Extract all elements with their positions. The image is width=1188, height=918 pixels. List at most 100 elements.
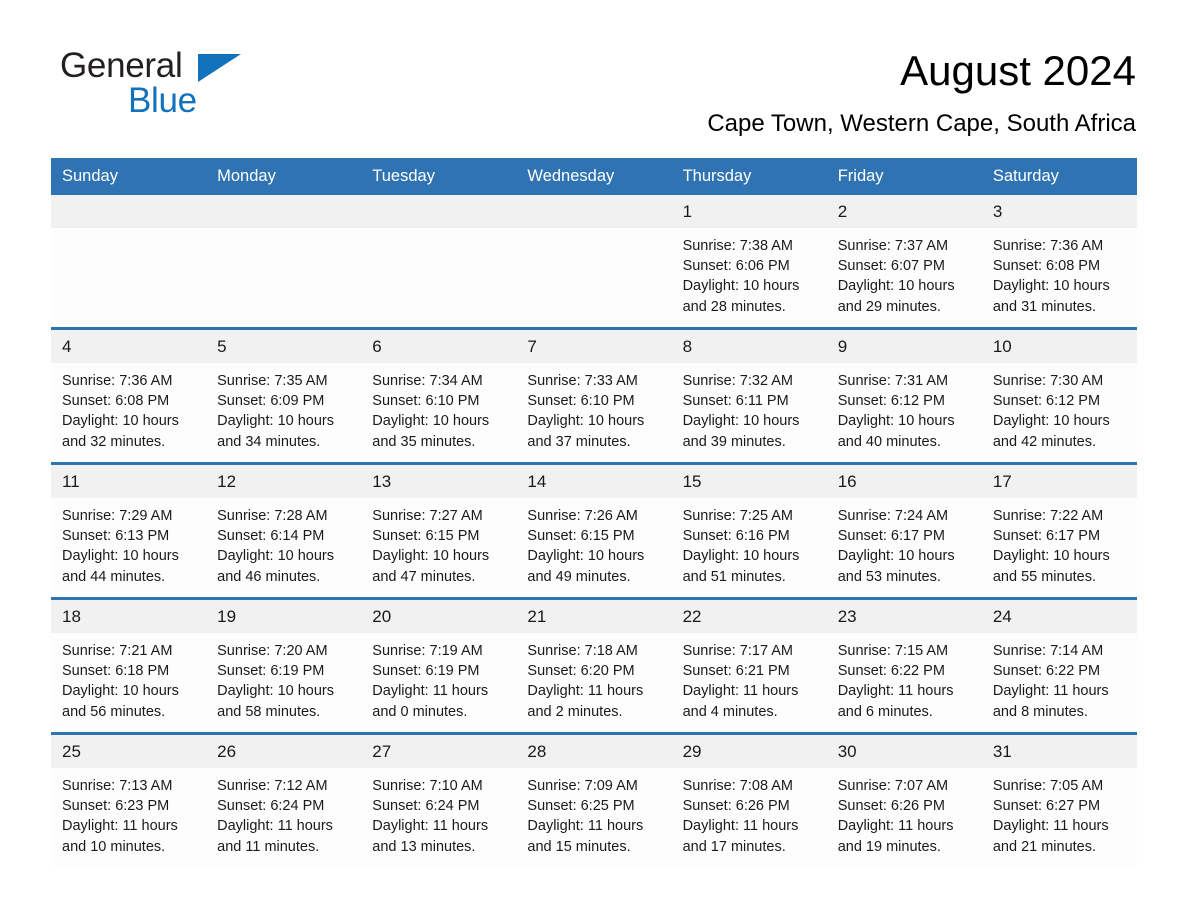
day-cell[interactable]: Sunrise: 7:33 AM Sunset: 6:10 PM Dayligh…: [516, 363, 671, 462]
day-sun-info: Sunrise: 7:17 AM Sunset: 6:21 PM Dayligh…: [682, 643, 799, 720]
day-number-band: 18 19 20 21 22 23 24: [51, 600, 1137, 633]
day-sun-info: Sunrise: 7:33 AM Sunset: 6:10 PM Dayligh…: [527, 373, 645, 450]
day-number[interactable]: 8: [672, 330, 827, 363]
day-cell[interactable]: Sunrise: 7:09 AM Sunset: 6:25 PM Dayligh…: [516, 768, 671, 867]
day-cell[interactable]: Sunrise: 7:26 AM Sunset: 6:15 PM Dayligh…: [516, 498, 671, 597]
day-cell[interactable]: Sunrise: 7:05 AM Sunset: 6:27 PM Dayligh…: [982, 768, 1137, 867]
day-sun-info: Sunrise: 7:10 AM Sunset: 6:24 PM Dayligh…: [372, 778, 489, 855]
day-number[interactable]: 1: [672, 195, 827, 228]
day-cell[interactable]: Sunrise: 7:34 AM Sunset: 6:10 PM Dayligh…: [361, 363, 516, 462]
day-cell[interactable]: Sunrise: 7:29 AM Sunset: 6:13 PM Dayligh…: [51, 498, 206, 597]
calendar-table: Sunday Monday Tuesday Wednesday Thursday…: [51, 158, 1137, 867]
day-number[interactable]: 9: [827, 330, 982, 363]
day-cell[interactable]: Sunrise: 7:08 AM Sunset: 6:26 PM Dayligh…: [672, 768, 827, 867]
day-number[interactable]: 10: [982, 330, 1137, 363]
day-number[interactable]: [51, 195, 206, 228]
day-number[interactable]: 13: [361, 465, 516, 498]
day-cell[interactable]: [516, 228, 671, 327]
day-cell[interactable]: Sunrise: 7:32 AM Sunset: 6:11 PM Dayligh…: [672, 363, 827, 462]
day-number-band: 1 2 3: [51, 195, 1137, 228]
day-cell[interactable]: Sunrise: 7:38 AM Sunset: 6:06 PM Dayligh…: [672, 228, 827, 327]
day-cell[interactable]: Sunrise: 7:30 AM Sunset: 6:12 PM Dayligh…: [982, 363, 1137, 462]
day-cell[interactable]: Sunrise: 7:27 AM Sunset: 6:15 PM Dayligh…: [361, 498, 516, 597]
weekday-header-friday: Friday: [837, 167, 884, 185]
day-cell[interactable]: Sunrise: 7:10 AM Sunset: 6:24 PM Dayligh…: [361, 768, 516, 867]
day-number[interactable]: 18: [51, 600, 206, 633]
day-sun-info: Sunrise: 7:34 AM Sunset: 6:10 PM Dayligh…: [372, 373, 490, 450]
day-cell[interactable]: [206, 228, 361, 327]
day-number[interactable]: 27: [361, 735, 516, 768]
day-sun-info: Sunrise: 7:37 AM Sunset: 6:07 PM Dayligh…: [837, 238, 955, 315]
day-cell[interactable]: [51, 228, 206, 327]
weekday-header-thursday: Thursday: [682, 167, 752, 185]
day-number[interactable]: 5: [206, 330, 361, 363]
generalblue-logo[interactable]: General Blue: [52, 44, 302, 122]
day-number[interactable]: 29: [672, 735, 827, 768]
day-number[interactable]: 4: [51, 330, 206, 363]
day-cell[interactable]: Sunrise: 7:12 AM Sunset: 6:24 PM Dayligh…: [206, 768, 361, 867]
day-number[interactable]: 2: [827, 195, 982, 228]
day-number[interactable]: 12: [206, 465, 361, 498]
day-cell[interactable]: Sunrise: 7:18 AM Sunset: 6:20 PM Dayligh…: [516, 633, 671, 732]
day-cell[interactable]: Sunrise: 7:22 AM Sunset: 6:17 PM Dayligh…: [982, 498, 1137, 597]
day-number[interactable]: [206, 195, 361, 228]
week-row: 18 19 20 21 22 23 24 Sunrise: 7:21 AM Su…: [51, 597, 1137, 732]
day-cell[interactable]: Sunrise: 7:13 AM Sunset: 6:23 PM Dayligh…: [51, 768, 206, 867]
day-cell[interactable]: Sunrise: 7:14 AM Sunset: 6:22 PM Dayligh…: [982, 633, 1137, 732]
day-cell[interactable]: Sunrise: 7:07 AM Sunset: 6:26 PM Dayligh…: [827, 768, 982, 867]
day-number[interactable]: 14: [516, 465, 671, 498]
day-number[interactable]: 20: [361, 600, 516, 633]
weekday-header-saturday: Saturday: [992, 167, 1059, 185]
day-sun-info: Sunrise: 7:24 AM Sunset: 6:17 PM Dayligh…: [837, 508, 955, 585]
day-number[interactable]: 3: [982, 195, 1137, 228]
day-cell[interactable]: Sunrise: 7:19 AM Sunset: 6:19 PM Dayligh…: [361, 633, 516, 732]
week-row: 4 5 6 7 8 9 10 Sunrise: 7:36 AM Sunset: …: [51, 327, 1137, 462]
day-number[interactable]: 23: [827, 600, 982, 633]
day-sun-info: Sunrise: 7:30 AM Sunset: 6:12 PM Dayligh…: [992, 373, 1110, 450]
day-cell[interactable]: Sunrise: 7:36 AM Sunset: 6:08 PM Dayligh…: [982, 228, 1137, 327]
day-number[interactable]: 24: [982, 600, 1137, 633]
day-number[interactable]: 11: [51, 465, 206, 498]
day-sun-info: Sunrise: 7:07 AM Sunset: 6:26 PM Dayligh…: [837, 778, 954, 855]
weekday-header-tuesday: Tuesday: [372, 167, 435, 185]
day-number[interactable]: 16: [827, 465, 982, 498]
day-number[interactable]: 6: [361, 330, 516, 363]
day-cell[interactable]: Sunrise: 7:21 AM Sunset: 6:18 PM Dayligh…: [51, 633, 206, 732]
day-number[interactable]: 22: [672, 600, 827, 633]
day-number[interactable]: 30: [827, 735, 982, 768]
day-cell[interactable]: Sunrise: 7:15 AM Sunset: 6:22 PM Dayligh…: [827, 633, 982, 732]
day-number[interactable]: 31: [982, 735, 1137, 768]
day-number-band: 25 26 27 28 29 30 31: [51, 735, 1137, 768]
day-sun-info: Sunrise: 7:36 AM Sunset: 6:08 PM Dayligh…: [62, 373, 179, 450]
day-cell[interactable]: Sunrise: 7:36 AM Sunset: 6:08 PM Dayligh…: [51, 363, 206, 462]
day-number[interactable]: [361, 195, 516, 228]
day-cell[interactable]: Sunrise: 7:20 AM Sunset: 6:19 PM Dayligh…: [206, 633, 361, 732]
day-number[interactable]: 15: [672, 465, 827, 498]
week-row: 1 2 3 Sunrise: 7:38 AM Sunset: 6:06 PM D…: [51, 195, 1137, 327]
day-sun-info: Sunrise: 7:28 AM Sunset: 6:14 PM Dayligh…: [217, 508, 335, 585]
day-number[interactable]: [516, 195, 671, 228]
day-number[interactable]: 7: [516, 330, 671, 363]
day-number[interactable]: 25: [51, 735, 206, 768]
weekday-header-row: Sunday Monday Tuesday Wednesday Thursday…: [51, 158, 1137, 195]
day-cell[interactable]: Sunrise: 7:25 AM Sunset: 6:16 PM Dayligh…: [672, 498, 827, 597]
day-cell[interactable]: Sunrise: 7:31 AM Sunset: 6:12 PM Dayligh…: [827, 363, 982, 462]
logo-text-blue: Blue: [128, 81, 197, 120]
day-cell[interactable]: Sunrise: 7:35 AM Sunset: 6:09 PM Dayligh…: [206, 363, 361, 462]
day-cell[interactable]: Sunrise: 7:37 AM Sunset: 6:07 PM Dayligh…: [827, 228, 982, 327]
day-cell[interactable]: Sunrise: 7:28 AM Sunset: 6:14 PM Dayligh…: [206, 498, 361, 597]
title-block: August 2024 Cape Town, Western Cape, Sou…: [302, 44, 1136, 140]
day-sun-info: Sunrise: 7:19 AM Sunset: 6:19 PM Dayligh…: [372, 643, 489, 720]
day-number[interactable]: 19: [206, 600, 361, 633]
day-number[interactable]: 17: [982, 465, 1137, 498]
day-number[interactable]: 26: [206, 735, 361, 768]
day-sun-info: Sunrise: 7:22 AM Sunset: 6:17 PM Dayligh…: [992, 508, 1110, 585]
day-sun-info: Sunrise: 7:12 AM Sunset: 6:24 PM Dayligh…: [217, 778, 333, 855]
day-cell[interactable]: Sunrise: 7:17 AM Sunset: 6:21 PM Dayligh…: [672, 633, 827, 732]
day-number[interactable]: 21: [516, 600, 671, 633]
day-cell[interactable]: Sunrise: 7:24 AM Sunset: 6:17 PM Dayligh…: [827, 498, 982, 597]
day-cell[interactable]: [361, 228, 516, 327]
page-subtitle: Cape Town, Western Cape, South Africa: [707, 110, 1136, 137]
day-number[interactable]: 28: [516, 735, 671, 768]
page-title: August 2024: [900, 47, 1136, 94]
